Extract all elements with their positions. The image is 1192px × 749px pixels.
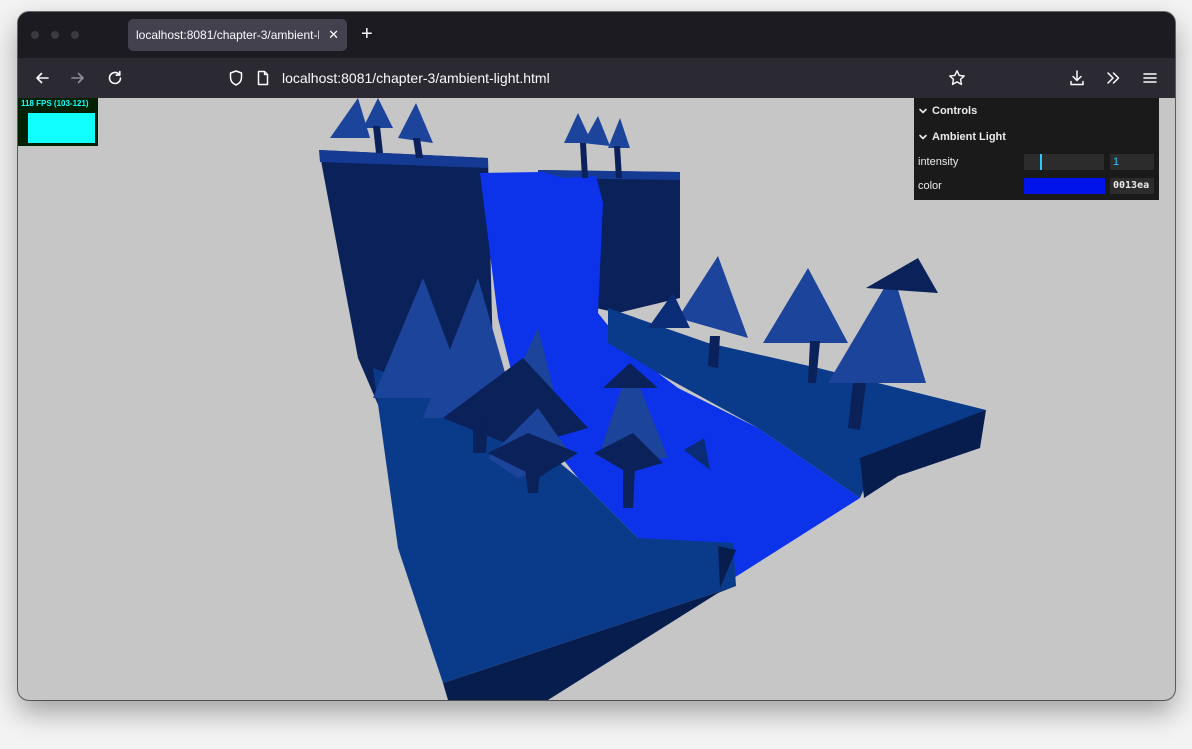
- close-window-button[interactable]: [31, 31, 39, 39]
- tree: [330, 98, 370, 138]
- color-label: color: [918, 180, 942, 192]
- tree: [398, 103, 433, 143]
- fps-label: 118 FPS (103-121): [21, 99, 89, 108]
- chevron-down-icon: [919, 134, 927, 140]
- tree-trunk: [708, 336, 720, 368]
- tree-top: [866, 258, 938, 293]
- tree-trunk: [473, 418, 488, 453]
- download-icon[interactable]: [1067, 68, 1087, 88]
- controls-label: Controls: [932, 105, 978, 117]
- forward-arrow-icon[interactable]: [68, 68, 88, 88]
- color-control-row: color 0013ea: [914, 174, 1159, 198]
- tab-title: localhost:8081/chapter-3/ambient-light.h…: [136, 28, 319, 42]
- page-icon[interactable]: [253, 68, 273, 88]
- tab-active[interactable]: localhost:8081/chapter-3/ambient-light.h…: [128, 19, 347, 51]
- shield-icon[interactable]: [226, 68, 246, 88]
- navigation-toolbar: localhost:8081/chapter-3/ambient-light.h…: [18, 58, 1175, 98]
- tree: [763, 268, 848, 343]
- reload-icon[interactable]: [105, 68, 125, 88]
- url-text[interactable]: localhost:8081/chapter-3/ambient-light.h…: [282, 64, 550, 92]
- tree: [608, 118, 630, 148]
- star-icon[interactable]: [947, 68, 967, 88]
- new-tab-button[interactable]: +: [361, 23, 373, 45]
- tree-trunk: [623, 468, 635, 508]
- color-swatch[interactable]: [1024, 178, 1105, 194]
- webgl-viewport[interactable]: 118 FPS (103-121) Controls Ambient Light…: [18, 98, 1175, 700]
- intensity-control-row: intensity 1: [914, 150, 1159, 174]
- chevron-down-icon: [919, 108, 927, 114]
- fps-graph: [28, 113, 95, 143]
- back-arrow-icon[interactable]: [32, 68, 52, 88]
- hamburger-menu-icon[interactable]: [1140, 68, 1160, 88]
- ambient-light-folder-title[interactable]: Ambient Light: [914, 124, 1159, 150]
- ambient-light-label: Ambient Light: [932, 131, 1006, 143]
- color-value-input[interactable]: 0013ea: [1110, 178, 1154, 194]
- chevron-double-right-icon[interactable]: [1103, 68, 1123, 88]
- tree: [363, 98, 393, 128]
- intensity-value-input[interactable]: 1: [1110, 154, 1154, 170]
- minimize-window-button[interactable]: [51, 31, 59, 39]
- dat-gui-panel: Controls Ambient Light intensity 1 color…: [914, 98, 1159, 200]
- intensity-slider[interactable]: [1024, 154, 1104, 170]
- fps-stats-panel[interactable]: 118 FPS (103-121): [18, 98, 98, 146]
- intensity-label: intensity: [918, 156, 959, 168]
- url-bar[interactable]: localhost:8081/chapter-3/ambient-light.h…: [228, 64, 928, 92]
- controls-folder-title[interactable]: Controls: [914, 98, 1159, 124]
- tab-bar: localhost:8081/chapter-3/ambient-light.h…: [18, 12, 1175, 58]
- tab-close-icon[interactable]: ✕: [328, 19, 339, 51]
- intensity-slider-handle[interactable]: [1040, 154, 1042, 170]
- tree: [583, 116, 610, 146]
- zoom-window-button[interactable]: [71, 31, 79, 39]
- browser-window: localhost:8081/chapter-3/ambient-light.h…: [18, 12, 1175, 700]
- tree-trunk: [373, 126, 383, 153]
